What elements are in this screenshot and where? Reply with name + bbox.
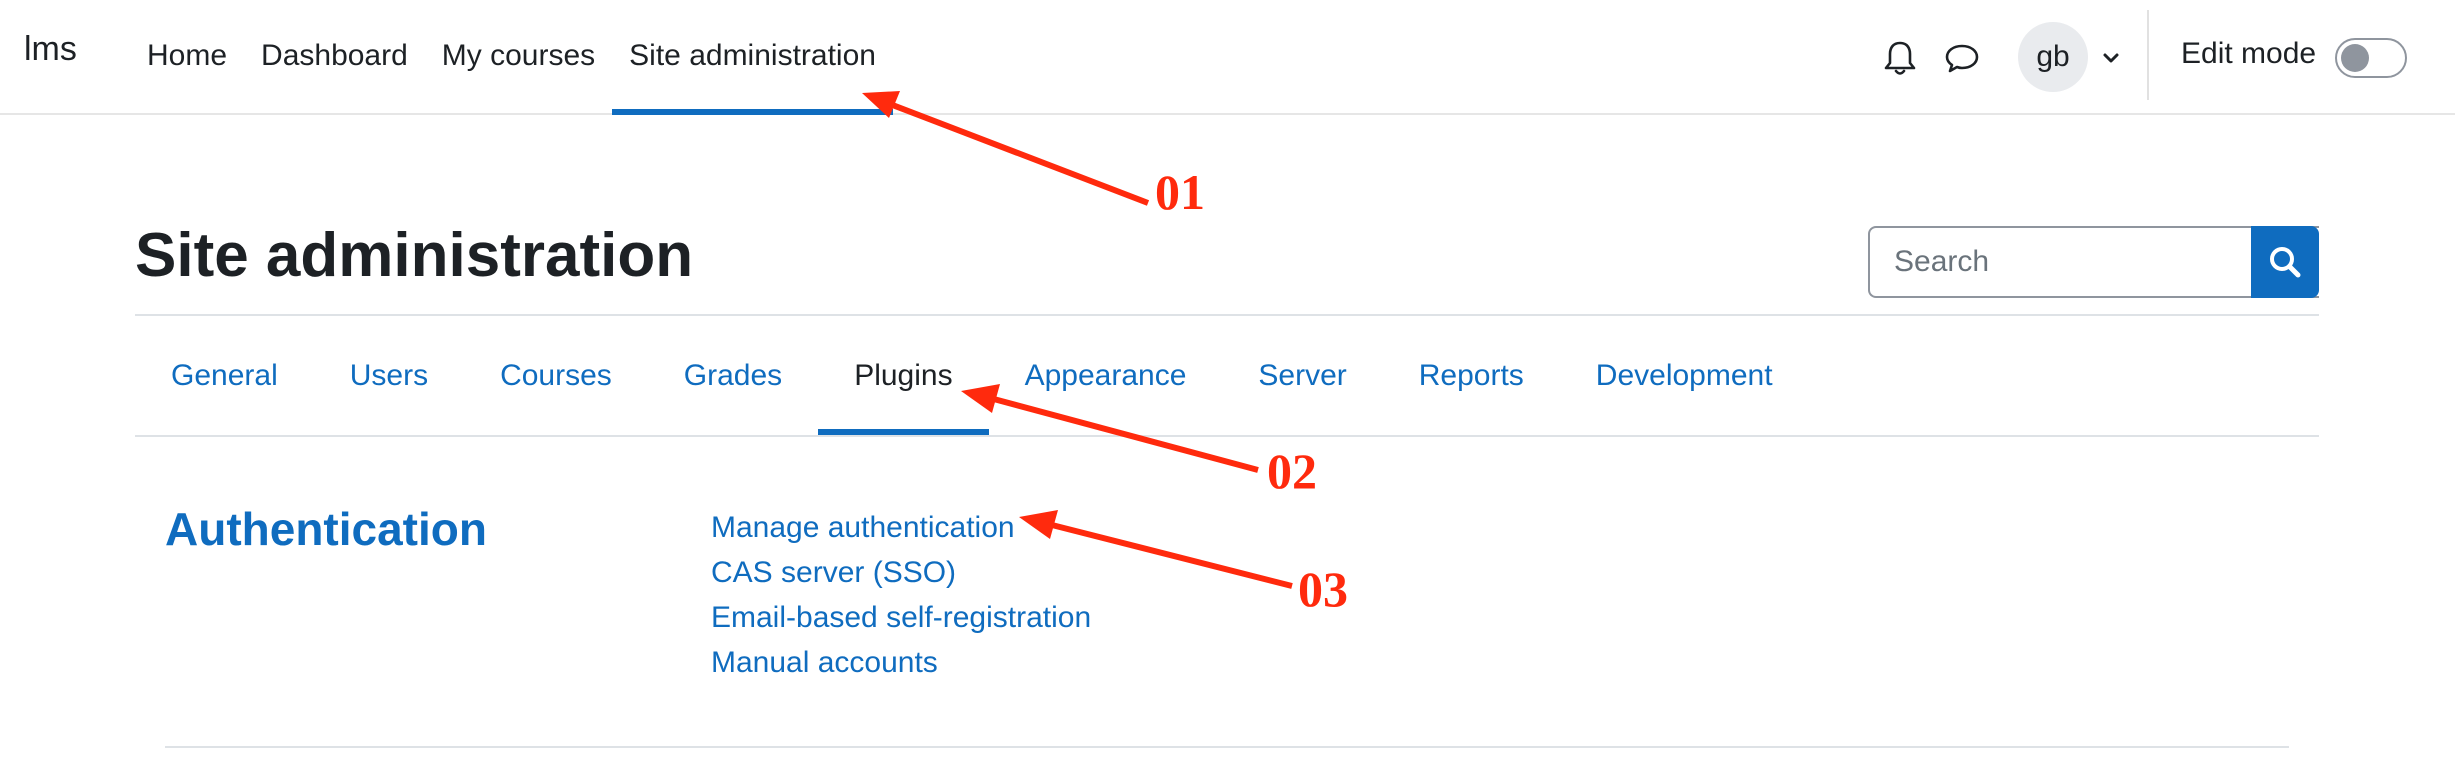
nav-link-site-administration[interactable]: Site administration [612, 0, 893, 115]
section-heading-authentication[interactable]: Authentication [165, 502, 487, 556]
top-navbar: lms Home Dashboard My courses Site admin… [0, 0, 2455, 115]
toggle-knob [2341, 44, 2369, 72]
annotation-label-03: 03 [1298, 561, 1348, 617]
search-icon [2270, 247, 2301, 278]
chat-bubble-icon[interactable] [1942, 38, 1982, 78]
site-brand[interactable]: lms [24, 30, 77, 69]
navbar-divider [2147, 10, 2149, 100]
tab-users[interactable]: Users [314, 316, 464, 435]
nav-link-home[interactable]: Home [130, 0, 244, 115]
chevron-down-icon[interactable] [2101, 48, 2121, 68]
edit-mode-label: Edit mode [2181, 37, 2317, 70]
tabs-divider [135, 435, 2319, 437]
user-avatar[interactable]: gb [2018, 22, 2088, 92]
tab-development[interactable]: Development [1560, 316, 1809, 435]
tab-plugins[interactable]: Plugins [818, 316, 990, 435]
search-button[interactable] [2251, 226, 2319, 298]
tab-courses[interactable]: Courses [464, 316, 648, 435]
nav-link-dashboard[interactable]: Dashboard [244, 0, 425, 115]
link-email-self-registration[interactable]: Email-based self-registration [711, 595, 1091, 640]
link-cas-server[interactable]: CAS server (SSO) [711, 550, 1091, 595]
link-manual-accounts[interactable]: Manual accounts [711, 640, 1091, 685]
tab-reports[interactable]: Reports [1383, 316, 1560, 435]
section-divider [165, 746, 2289, 748]
tab-grades[interactable]: Grades [648, 316, 818, 435]
edit-mode-toggle[interactable] [2335, 38, 2407, 78]
user-tools: gb Edit mode [1855, 0, 2455, 115]
page-title: Site administration [135, 221, 694, 290]
nav-link-my-courses[interactable]: My courses [425, 0, 612, 115]
tab-general[interactable]: General [135, 316, 314, 435]
admin-tabs: General Users Courses Grades Plugins App… [135, 316, 1809, 435]
annotation-label-02: 02 [1267, 443, 1317, 499]
link-manage-authentication[interactable]: Manage authentication [711, 505, 1091, 550]
bell-icon[interactable] [1880, 38, 1920, 78]
annotation-label-01: 01 [1155, 164, 1205, 220]
authentication-links: Manage authentication CAS server (SSO) E… [711, 505, 1091, 685]
tab-server[interactable]: Server [1222, 316, 1382, 435]
primary-navigation: Home Dashboard My courses Site administr… [130, 0, 893, 115]
tab-appearance[interactable]: Appearance [989, 316, 1223, 435]
